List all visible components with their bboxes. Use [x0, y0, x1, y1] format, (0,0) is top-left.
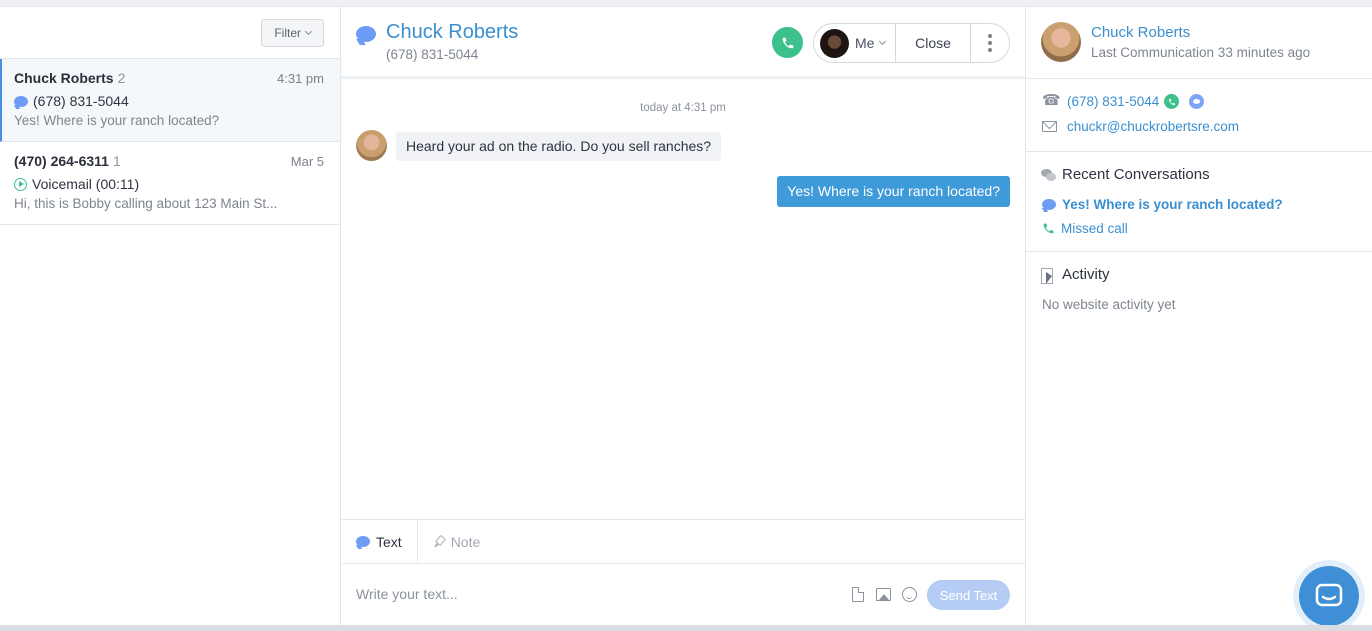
incoming-message: Heard your ad on the radio. Do you sell …: [396, 132, 722, 161]
text-message-icon: [356, 26, 376, 42]
thread-day-label: today at 4:31 pm: [640, 102, 726, 114]
text-message-icon: [1042, 199, 1056, 210]
contact-name[interactable]: Chuck Roberts: [1091, 24, 1190, 41]
chat-launcher-button[interactable]: [1299, 566, 1359, 626]
activity-title: Activity: [1062, 266, 1110, 283]
tab-text-label: Text: [376, 533, 402, 550]
app-frame: Filter Chuck Roberts 2 4:31 pm (678) 831-…: [0, 6, 1372, 626]
conversation-channel: (678) 831-5044: [33, 93, 129, 109]
conversation-preview: Hi, this is Bobby calling about 123 Main…: [14, 196, 278, 211]
close-conversation-button[interactable]: Close: [896, 24, 971, 62]
contact-phone-row: (678) 831-5044: [1042, 91, 1205, 109]
assignee-dropdown[interactable]: Me: [814, 24, 896, 62]
conversation-item-chuck-roberts[interactable]: Chuck Roberts 2 4:31 pm (678) 831-5044 Ye…: [0, 59, 340, 142]
attach-file-icon[interactable]: [852, 587, 864, 602]
conversation-name: Chuck Roberts: [14, 70, 114, 86]
contact-avatar: [1041, 22, 1081, 62]
filter-label: Filter: [274, 26, 301, 40]
window-bottom-bar: [0, 625, 1372, 631]
tab-text[interactable]: Text: [341, 520, 418, 563]
contact-email[interactable]: chuckr@chuckrobertsre.com: [1067, 119, 1239, 134]
recent-conversation-item[interactable]: Yes! Where is your ranch located?: [1042, 197, 1283, 212]
conversation-name: (470) 264-6311: [14, 153, 109, 169]
assignee-avatar: [820, 28, 849, 58]
recent-conversation-item[interactable]: Missed call: [1042, 221, 1128, 236]
message-input[interactable]: [356, 584, 826, 604]
chat-icon: [1315, 583, 1343, 607]
recent-conversations-section: Recent Conversations Yes! Where is your …: [1026, 152, 1372, 252]
cursor-icon: [1041, 268, 1055, 284]
message-composer: Send Text: [341, 564, 1025, 626]
call-contact-icon[interactable]: [1164, 94, 1180, 109]
tab-note[interactable]: Note: [418, 520, 496, 563]
thread-header: Chuck Roberts (678) 831-5044 Me Close: [341, 7, 1025, 79]
last-communication: Last Communication 33 minutes ago: [1091, 45, 1311, 60]
contact-avatar: [356, 130, 387, 161]
filter-button[interactable]: Filter: [261, 19, 324, 47]
recent-conversation-label: Missed call: [1061, 221, 1128, 236]
conversation-count: 1: [112, 153, 121, 169]
voicemail-play-icon[interactable]: [14, 177, 27, 191]
thread-actions-group: Me Close: [813, 23, 1010, 63]
conversation-preview: Yes! Where is your ranch located?: [14, 113, 220, 128]
conversation-thread-panel: Chuck Roberts (678) 831-5044 Me Close to…: [341, 7, 1025, 626]
contact-details-panel: Chuck Roberts Last Communication 33 minu…: [1025, 7, 1372, 626]
thread-contact-name[interactable]: Chuck Roberts: [386, 21, 518, 44]
conversation-list-toolbar: Filter: [0, 7, 340, 59]
recent-conversation-label: Yes! Where is your ranch located?: [1062, 197, 1283, 212]
composer-tabs: Text Note: [341, 519, 1025, 564]
conversations-icon: [1041, 169, 1056, 181]
contact-phone[interactable]: (678) 831-5044: [1067, 94, 1159, 109]
phone-icon: [782, 37, 793, 48]
conversation-count: 2: [117, 70, 126, 86]
more-options-icon[interactable]: [971, 24, 1009, 62]
activity-section: Activity No website activity yet: [1026, 252, 1372, 452]
phone-icon: [1042, 91, 1061, 109]
email-icon: [1042, 121, 1057, 132]
assignee-label: Me: [855, 35, 875, 51]
conversation-list-panel: Filter Chuck Roberts 2 4:31 pm (678) 831-…: [0, 7, 341, 626]
text-message-icon: [356, 536, 370, 547]
send-text-button[interactable]: Send Text: [927, 580, 1010, 610]
text-contact-icon[interactable]: [1189, 94, 1205, 109]
pin-icon: [433, 536, 445, 548]
conversation-item-voicemail[interactable]: (470) 264-6311 1 Mar 5 Voicemail (00:11) …: [0, 142, 340, 225]
chevron-down-icon: [304, 27, 313, 36]
outgoing-message: Yes! Where is your ranch located?: [777, 176, 1010, 207]
contact-info: (678) 831-5044 chuckr@chuckrobertsre.com: [1026, 79, 1372, 152]
phone-icon: [1043, 223, 1054, 234]
conversation-time: Mar 5: [290, 154, 324, 169]
attach-image-icon[interactable]: [876, 588, 891, 601]
emoji-icon[interactable]: [902, 587, 917, 602]
chevron-down-icon: [879, 37, 887, 46]
tab-note-label: Note: [450, 533, 481, 550]
recent-conversations-title: Recent Conversations: [1062, 166, 1210, 183]
text-message-icon: [14, 95, 28, 107]
conversation-channel: Voicemail (00:11): [32, 176, 140, 192]
contact-email-row: chuckr@chuckrobertsre.com: [1042, 119, 1239, 134]
conversation-time: 4:31 pm: [277, 71, 324, 86]
activity-empty-text: No website activity yet: [1042, 297, 1176, 312]
thread-contact-phone: (678) 831-5044: [386, 47, 479, 62]
contact-header: Chuck Roberts Last Communication 33 minu…: [1026, 7, 1372, 79]
message-thread: today at 4:31 pm Heard your ad on the ra…: [341, 79, 1025, 519]
call-button[interactable]: [772, 27, 803, 58]
